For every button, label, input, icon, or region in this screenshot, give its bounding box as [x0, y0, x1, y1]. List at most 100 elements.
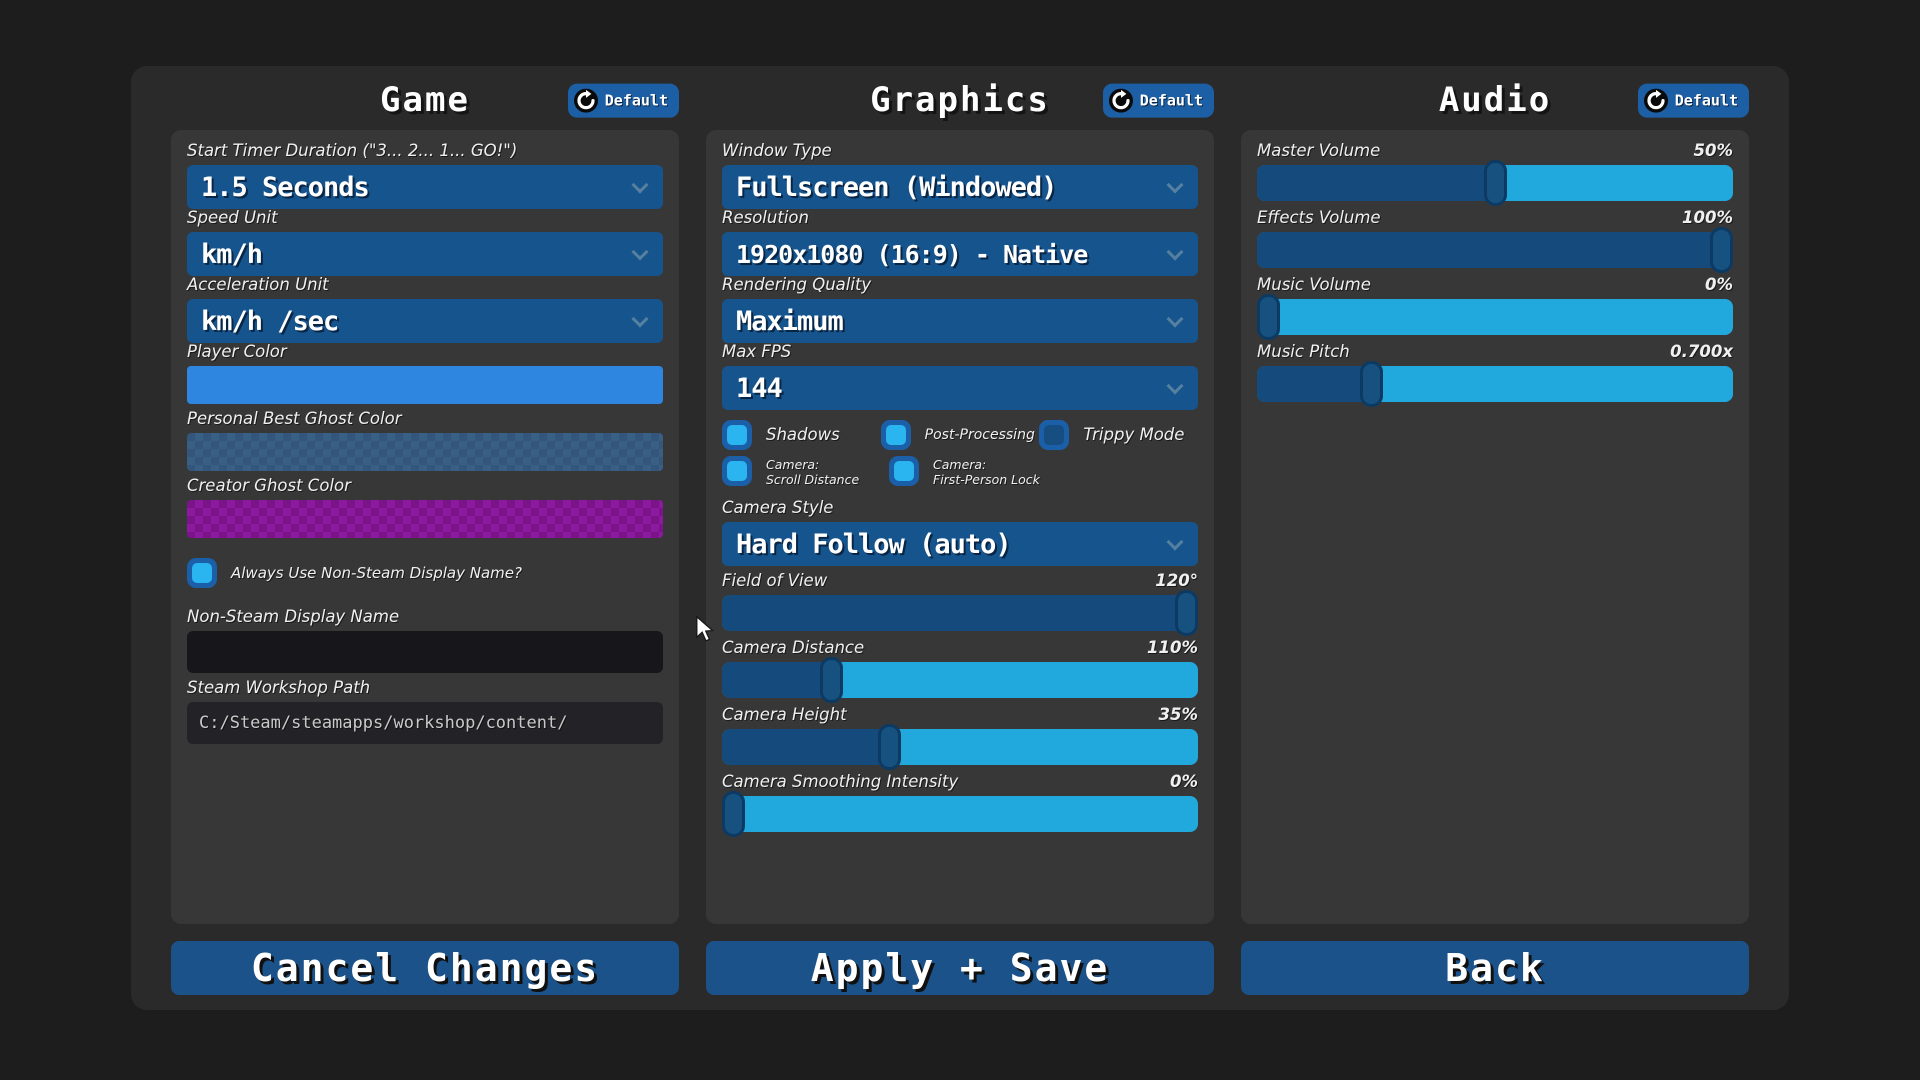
start-timer-duration-label: Start Timer Duration ("3... 2... 1... GO…	[187, 142, 517, 160]
music-pitch-slider[interactable]	[1257, 366, 1733, 402]
steam-workshop-path-input[interactable]: C:/Steam/steamapps/workshop/content/	[187, 702, 663, 744]
audio-header: Audio Default	[1241, 74, 1749, 130]
camera-scroll-distance-label: Camera: Scroll Distance	[766, 457, 859, 487]
resolution-label: Resolution	[722, 209, 809, 227]
slider-handle[interactable]	[722, 791, 745, 837]
chevron-down-icon	[634, 179, 647, 192]
post-processing-label: Post-Processing	[925, 420, 1035, 450]
acceleration-unit-select[interactable]: km/h /sec	[187, 299, 663, 343]
reset-icon	[1109, 89, 1133, 113]
audio-default-button[interactable]: Default	[1638, 84, 1749, 118]
reset-icon	[1644, 89, 1668, 113]
slider-handle[interactable]	[820, 657, 843, 703]
effects-volume-label: Effects Volume	[1257, 209, 1381, 227]
camera-distance-label: Camera Distance	[722, 639, 864, 657]
acceleration-unit-label: Acceleration Unit	[187, 276, 329, 294]
game-default-label: Default	[605, 92, 668, 110]
field-of-view-slider[interactable]	[722, 595, 1198, 631]
steam-workshop-path-label: Steam Workshop Path	[187, 679, 370, 697]
slider-handle[interactable]	[878, 724, 901, 770]
music-volume-value: 0%	[1705, 276, 1733, 294]
graphics-default-label: Default	[1140, 92, 1203, 110]
master-volume-value: 50%	[1694, 142, 1734, 160]
camera-height-label: Camera Height	[722, 706, 847, 724]
camera-smoothing-label: Camera Smoothing Intensity	[722, 773, 958, 791]
camera-style-select[interactable]: Hard Follow (auto)	[722, 522, 1198, 566]
chevron-down-icon	[634, 246, 647, 259]
slider-handle[interactable]	[1484, 160, 1507, 206]
pb-ghost-color-swatch[interactable]	[187, 433, 663, 471]
music-volume-slider[interactable]	[1257, 299, 1733, 335]
slider-handle[interactable]	[1710, 227, 1733, 273]
game-default-button[interactable]: Default	[568, 84, 679, 118]
music-volume-label: Music Volume	[1257, 276, 1371, 294]
effects-volume-slider[interactable]	[1257, 232, 1733, 268]
max-fps-label: Max FPS	[722, 343, 791, 361]
speed-unit-select[interactable]: km/h	[187, 232, 663, 276]
camera-height-slider[interactable]	[722, 729, 1198, 765]
slider-handle[interactable]	[1360, 361, 1383, 407]
slider-handle[interactable]	[1257, 294, 1280, 340]
settings-panel: Game Default Start Timer Duration ("3...…	[131, 66, 1789, 1010]
camera-distance-slider[interactable]	[722, 662, 1198, 698]
non-steam-display-name-input[interactable]	[187, 631, 663, 673]
back-button[interactable]: Back	[1241, 941, 1749, 995]
non-steam-display-name-label: Non-Steam Display Name	[187, 608, 399, 626]
slider-handle[interactable]	[1175, 590, 1198, 636]
music-pitch-value: 0.700x	[1670, 343, 1733, 361]
window-type-label: Window Type	[722, 142, 832, 160]
audio-column: Audio Default Master Volume 50%	[1241, 66, 1749, 1010]
shadows-label: Shadows	[766, 420, 840, 450]
resolution-select[interactable]: 1920x1080 (16:9) - Native	[722, 232, 1198, 276]
chevron-down-icon	[634, 313, 647, 326]
game-settings-body: Start Timer Duration ("3... 2... 1... GO…	[171, 130, 679, 924]
camera-smoothing-value: 0%	[1170, 773, 1198, 791]
reset-icon	[574, 89, 598, 113]
camera-smoothing-slider[interactable]	[722, 796, 1198, 832]
always-use-non-steam-name-label: Always Use Non-Steam Display Name?	[231, 558, 522, 588]
mouse-cursor	[695, 616, 715, 642]
creator-ghost-color-label: Creator Ghost Color	[187, 477, 351, 495]
camera-first-person-lock-checkbox[interactable]	[889, 456, 919, 486]
audio-settings-body: Master Volume 50% Effects Volume 100%	[1241, 130, 1749, 924]
trippy-mode-checkbox[interactable]	[1039, 420, 1069, 450]
camera-distance-value: 110%	[1147, 639, 1198, 657]
post-processing-checkbox[interactable]	[881, 420, 911, 450]
window-type-select[interactable]: Fullscreen (Windowed)	[722, 165, 1198, 209]
player-color-label: Player Color	[187, 343, 287, 361]
camera-height-value: 35%	[1159, 706, 1199, 724]
chevron-down-icon	[1169, 536, 1182, 549]
camera-style-label: Camera Style	[722, 499, 833, 517]
field-of-view-label: Field of View	[722, 572, 827, 590]
chevron-down-icon	[1169, 179, 1182, 192]
camera-scroll-distance-checkbox[interactable]	[722, 456, 752, 486]
chevron-down-icon	[1169, 313, 1182, 326]
camera-first-person-lock-label: Camera: First-Person Lock	[933, 457, 1040, 487]
graphics-header: Graphics Default	[706, 74, 1214, 130]
always-use-non-steam-name-checkbox[interactable]	[187, 558, 217, 588]
graphics-settings-body: Window Type Fullscreen (Windowed) Resolu…	[706, 130, 1214, 924]
master-volume-label: Master Volume	[1257, 142, 1380, 160]
creator-ghost-color-swatch[interactable]	[187, 500, 663, 538]
shadows-checkbox[interactable]	[722, 420, 752, 450]
cancel-changes-button[interactable]: Cancel Changes	[171, 941, 679, 995]
game-column: Game Default Start Timer Duration ("3...…	[171, 66, 679, 1010]
rendering-quality-select[interactable]: Maximum	[722, 299, 1198, 343]
field-of-view-value: 120°	[1155, 572, 1198, 590]
chevron-down-icon	[1169, 246, 1182, 259]
speed-unit-label: Speed Unit	[187, 209, 278, 227]
graphics-default-button[interactable]: Default	[1103, 84, 1214, 118]
effects-volume-value: 100%	[1682, 209, 1733, 227]
music-pitch-label: Music Pitch	[1257, 343, 1350, 361]
chevron-down-icon	[1169, 380, 1182, 393]
master-volume-slider[interactable]	[1257, 165, 1733, 201]
graphics-column: Graphics Default Window Type Fullscreen …	[706, 66, 1214, 1010]
trippy-mode-label: Trippy Mode	[1083, 420, 1184, 450]
rendering-quality-label: Rendering Quality	[722, 276, 871, 294]
max-fps-select[interactable]: 144	[722, 366, 1198, 410]
start-timer-duration-select[interactable]: 1.5 Seconds	[187, 165, 663, 209]
player-color-swatch[interactable]	[187, 366, 663, 404]
apply-save-button[interactable]: Apply + Save	[706, 941, 1214, 995]
audio-default-label: Default	[1675, 92, 1738, 110]
game-header: Game Default	[171, 74, 679, 130]
